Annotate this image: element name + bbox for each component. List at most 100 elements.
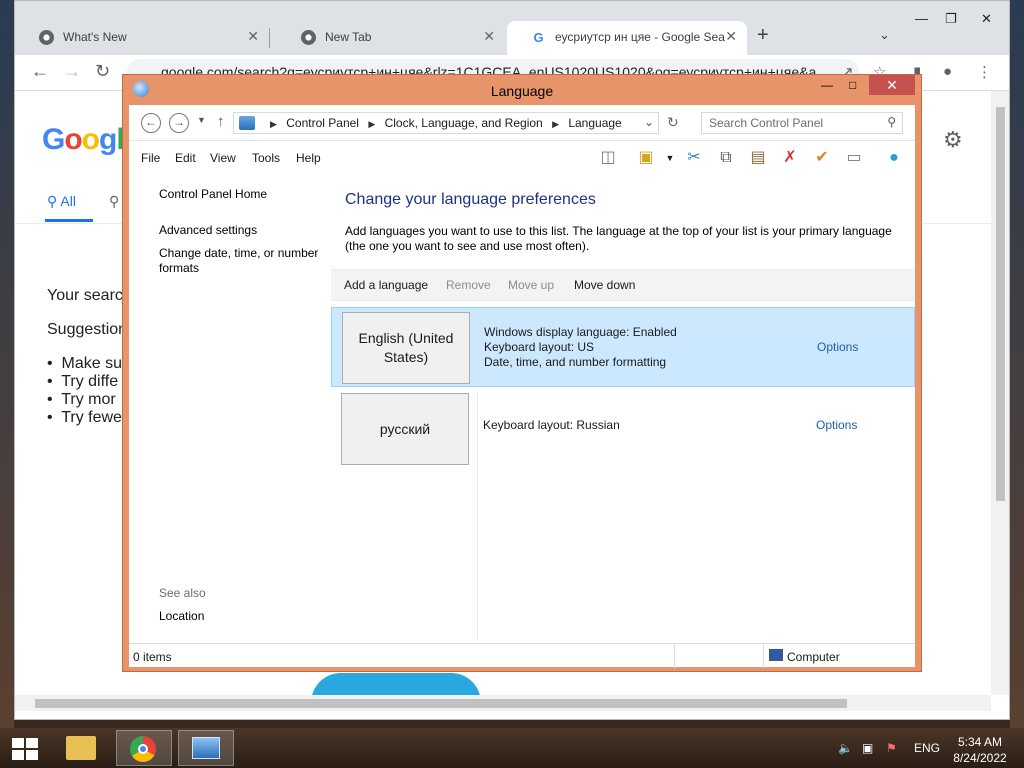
status-divider [763, 644, 764, 668]
menu-view[interactable]: View [210, 151, 236, 165]
back-arrow-icon[interactable]: ← [141, 113, 161, 133]
link-change-date-formats[interactable]: Change date, time, or number [159, 246, 318, 260]
vertical-scrollbar[interactable] [991, 91, 1009, 695]
new-tab-button[interactable]: + [757, 24, 769, 47]
search-icon: ⚲ [887, 115, 896, 129]
action-center-icon[interactable]: ⚑ [886, 741, 897, 755]
doodle-illustration [311, 673, 481, 695]
move-down-button[interactable]: Move down [574, 278, 635, 292]
chevron-down-icon[interactable]: ⌄ [879, 27, 890, 43]
language-name-english[interactable]: English (United States) [342, 312, 470, 384]
zone-label: Computer [787, 650, 840, 664]
desktop-left-edge [0, 0, 14, 728]
tab-label: еусриутср ин цяе - Google Sear [555, 30, 725, 44]
close-tab-icon[interactable]: ✕ [247, 28, 259, 45]
status-divider [674, 644, 675, 668]
add-language-button[interactable]: Add a language [344, 278, 428, 292]
minimize-icon[interactable]: — [915, 11, 928, 26]
window-title: Language [490, 83, 554, 99]
control-panel-taskbar-button[interactable] [178, 730, 234, 766]
link-control-panel-home[interactable]: Control Panel Home [159, 187, 267, 201]
volume-muted-icon[interactable]: 🔈 [838, 741, 853, 755]
link-advanced-settings[interactable]: Advanced settings [159, 223, 257, 237]
close-tab-icon[interactable]: ✕ [725, 28, 737, 45]
status-bar: 0 items Computer [129, 643, 915, 668]
taskbar: 🔈 ▣ ⚑ ENG 5:34 AM 8/24/2022 [0, 728, 1024, 768]
language-window: Language — □ ✕ ← → ▼ ↑ ▶ Control Panel ▶… [122, 74, 922, 672]
file-explorer-taskbar-button[interactable] [54, 730, 110, 766]
refresh-icon[interactable]: ↻ [667, 114, 679, 131]
recent-pages-chevron-icon[interactable]: ▼ [197, 115, 206, 125]
system-clock[interactable]: 5:34 AM 8/24/2022 [942, 734, 1018, 766]
move-up-button[interactable]: Move up [508, 278, 554, 292]
maximize-icon[interactable]: ❐ [945, 11, 957, 27]
settings-gear-icon[interactable]: ⚙ [943, 127, 963, 153]
command-bar: Add a language Remove Move up Move down [331, 269, 915, 301]
scroll-thumb[interactable] [996, 107, 1005, 501]
language-row-english[interactable]: English (United States) Windows display … [331, 307, 915, 387]
language-name-russian[interactable]: русский [341, 393, 469, 465]
breadcrumb-clock-language-region[interactable]: Clock, Language, and Region [385, 116, 543, 130]
paste-icon[interactable]: ▤ [747, 147, 769, 169]
tab-google-search[interactable]: G еусриутср ин цяе - Google Sear ✕ [507, 21, 747, 55]
tab-whats-new[interactable]: What's New ✕ [15, 21, 269, 55]
language-row-russian[interactable]: русский Keyboard layout: Russian Options [331, 389, 915, 469]
menu-kebab-icon[interactable]: ⋮ [977, 63, 992, 81]
keyboard-layout: Keyboard layout: US [484, 340, 595, 354]
tab-strip: What's New ✕ New Tab ✕ G еусриутср ин ця… [15, 1, 1009, 55]
folder-options-icon[interactable]: ▣ [635, 147, 657, 169]
suggestion-item: • Try mor [47, 391, 116, 408]
cut-icon[interactable]: ✂ [683, 147, 705, 169]
start-button[interactable] [12, 738, 38, 760]
layout-pane-icon[interactable]: ◫ [597, 147, 619, 169]
close-tab-icon[interactable]: ✕ [483, 28, 495, 45]
maximize-icon[interactable]: □ [849, 78, 856, 97]
chrome-icon [301, 30, 316, 45]
breadcrumb[interactable]: ▶ Control Panel ▶ Clock, Language, and R… [233, 112, 659, 134]
up-arrow-icon[interactable]: ↑ [217, 113, 225, 130]
suggestion-item: • Try fewe [47, 409, 122, 426]
globe-icon[interactable]: ● [883, 147, 905, 169]
copy-icon[interactable]: ⧉ [715, 147, 737, 169]
menu-edit[interactable]: Edit [175, 151, 196, 165]
scroll-thumb[interactable] [35, 699, 847, 708]
breadcrumb-language[interactable]: Language [568, 116, 621, 130]
properties-icon[interactable]: ▭ [843, 147, 865, 169]
content-area: Control Panel Home Advanced settings Cha… [129, 175, 915, 643]
search-tab-all[interactable]: ⚲ All [47, 193, 76, 210]
minimize-icon[interactable]: — [821, 78, 833, 97]
search-control-panel-input[interactable]: Search Control Panel ⚲ [701, 112, 903, 134]
formatting-status: Date, time, and number formatting [484, 355, 667, 369]
forward-arrow-icon[interactable]: → [169, 113, 189, 133]
control-panel-icon [133, 81, 149, 97]
back-arrow-icon[interactable]: ← [31, 61, 49, 82]
menu-file[interactable]: File [141, 151, 160, 165]
chevron-down-icon[interactable]: ⌄ [644, 115, 654, 129]
horizontal-scrollbar[interactable] [15, 695, 991, 711]
reload-icon[interactable]: ↻ [95, 61, 110, 82]
chrome-taskbar-button[interactable] [116, 730, 172, 766]
page-title: Change your language preferences [345, 191, 596, 208]
tab-new-tab[interactable]: New Tab ✕ [277, 21, 505, 55]
page-description: Add languages you want to use to this li… [345, 224, 892, 253]
profile-avatar-icon[interactable]: ● [943, 63, 952, 80]
remove-button[interactable]: Remove [446, 278, 491, 292]
close-window-button[interactable]: ✕ [869, 75, 915, 95]
link-location[interactable]: Location [159, 609, 204, 623]
options-link-english[interactable]: Options [817, 340, 858, 354]
breadcrumb-control-panel[interactable]: Control Panel [286, 116, 359, 130]
chevron-down-icon[interactable]: ▼ [659, 147, 681, 169]
maps-pin-icon[interactable]: ⚲ [109, 193, 119, 210]
keyboard-layout: Keyboard layout: Russian [483, 418, 620, 432]
delete-icon[interactable]: ✗ [779, 147, 801, 169]
item-count: 0 items [133, 650, 172, 664]
forward-arrow-icon[interactable]: → [63, 61, 81, 82]
menu-help[interactable]: Help [296, 151, 321, 165]
link-change-date-formats-cont[interactable]: formats [159, 261, 199, 275]
input-language-indicator[interactable]: ENG [914, 741, 940, 755]
checkmark-icon[interactable]: ✔ [811, 147, 833, 169]
network-icon[interactable]: ▣ [862, 741, 873, 755]
close-icon[interactable]: ✕ [981, 11, 992, 27]
menu-tools[interactable]: Tools [252, 151, 280, 165]
options-link-russian[interactable]: Options [816, 418, 857, 432]
